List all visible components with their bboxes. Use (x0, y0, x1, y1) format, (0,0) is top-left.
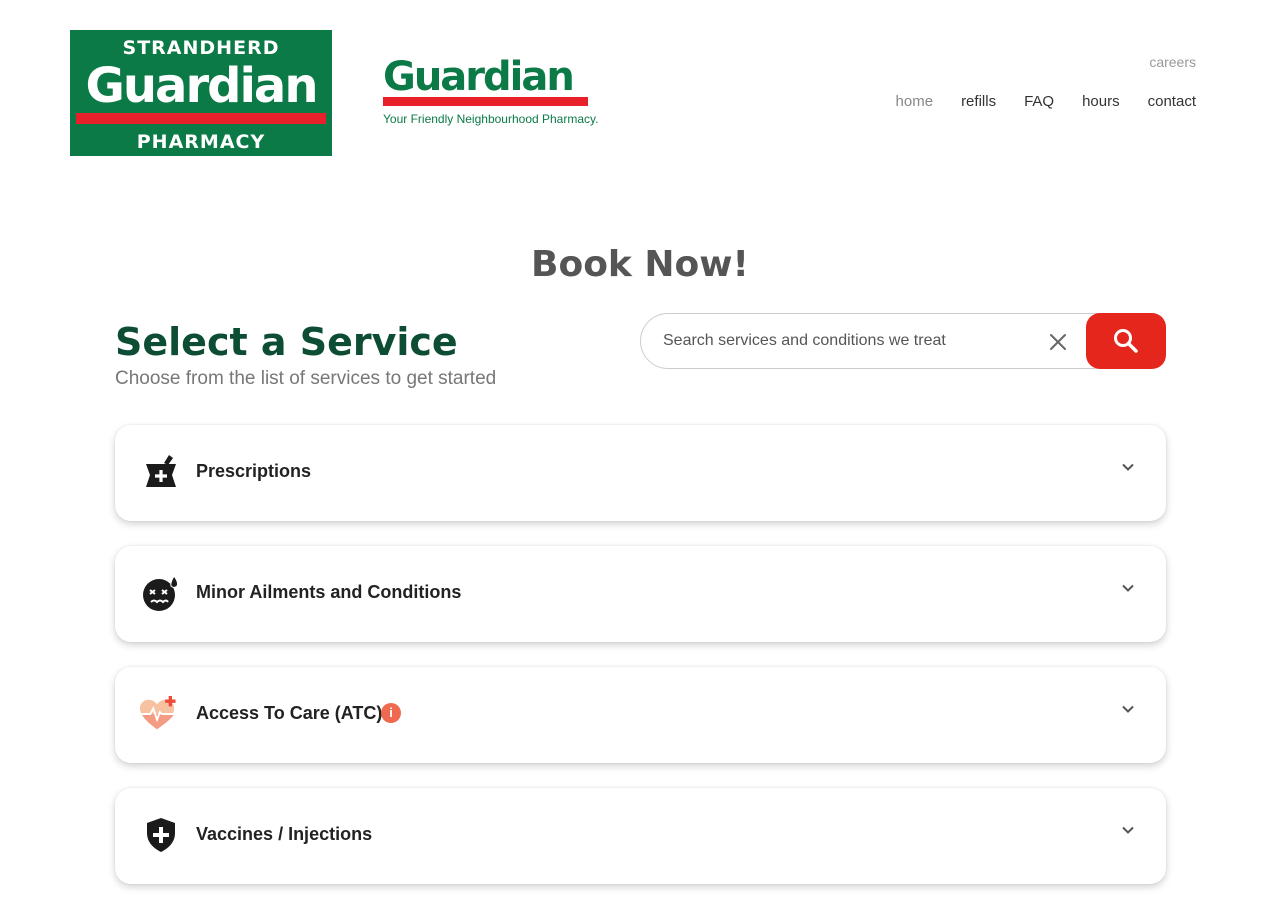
guardian-tagline: Your Friendly Neighbourhood Pharmacy. (383, 112, 599, 126)
logo-bottom-text: PHARMACY (136, 131, 266, 153)
service-label: Access To Care (ATC) (196, 703, 383, 723)
search-input[interactable] (663, 328, 1023, 354)
service-label: Vaccines / Injections (196, 824, 373, 844)
logo-red-bar (76, 113, 326, 124)
service-card-minor-ailments[interactable]: Minor Ailments and Conditions (115, 546, 1166, 642)
service-card-access-to-care[interactable]: Access To Care (ATC) i (115, 667, 1166, 763)
select-service-subtitle: Choose from the list of services to get … (115, 368, 497, 389)
chevron-down-icon (1122, 463, 1134, 471)
shield-plus-icon (147, 818, 175, 852)
chevron-down-icon (1122, 705, 1134, 713)
service-search (640, 313, 1166, 369)
service-label: Minor Ailments and Conditions (196, 582, 462, 602)
nav-refills[interactable]: refills (961, 93, 996, 110)
main-nav: home refills FAQ hours contact (896, 93, 1196, 110)
search-button[interactable] (1086, 313, 1166, 369)
select-service-title: Select a Service (115, 320, 458, 364)
careers-link[interactable]: careers (1149, 54, 1196, 70)
info-icon[interactable]: i (381, 703, 401, 723)
nav-contact[interactable]: contact (1148, 93, 1196, 110)
sick-face-icon (143, 575, 179, 611)
logo-top-text: STRANDHERD (122, 37, 280, 59)
guardian-brand-logo: Guardian Your Friendly Neighbourhood Pha… (383, 52, 623, 132)
nav-home[interactable]: home (896, 93, 934, 110)
mortar-pestle-icon (146, 455, 176, 487)
service-card-vaccines[interactable]: Vaccines / Injections (115, 788, 1166, 884)
guardian-wordmark: Guardian (383, 54, 575, 100)
search-icon (1114, 329, 1138, 353)
nav-hours[interactable]: hours (1082, 93, 1120, 110)
chevron-down-icon (1122, 584, 1134, 592)
chevron-down-icon (1122, 826, 1134, 834)
strandherd-guardian-logo[interactable]: STRANDHERD Guardian PHARMACY (70, 30, 332, 156)
nav-faq[interactable]: FAQ (1024, 93, 1054, 110)
guardian-red-bar (383, 97, 588, 106)
logo-brand-text: Guardian (85, 58, 318, 114)
clear-search-button[interactable] (1046, 330, 1070, 354)
close-icon (1050, 334, 1066, 350)
service-label: Prescriptions (196, 461, 312, 481)
book-now-title: Book Now! (531, 244, 749, 285)
service-card-prescriptions[interactable]: Prescriptions (115, 425, 1166, 521)
heart-plus-icon (139, 695, 176, 730)
